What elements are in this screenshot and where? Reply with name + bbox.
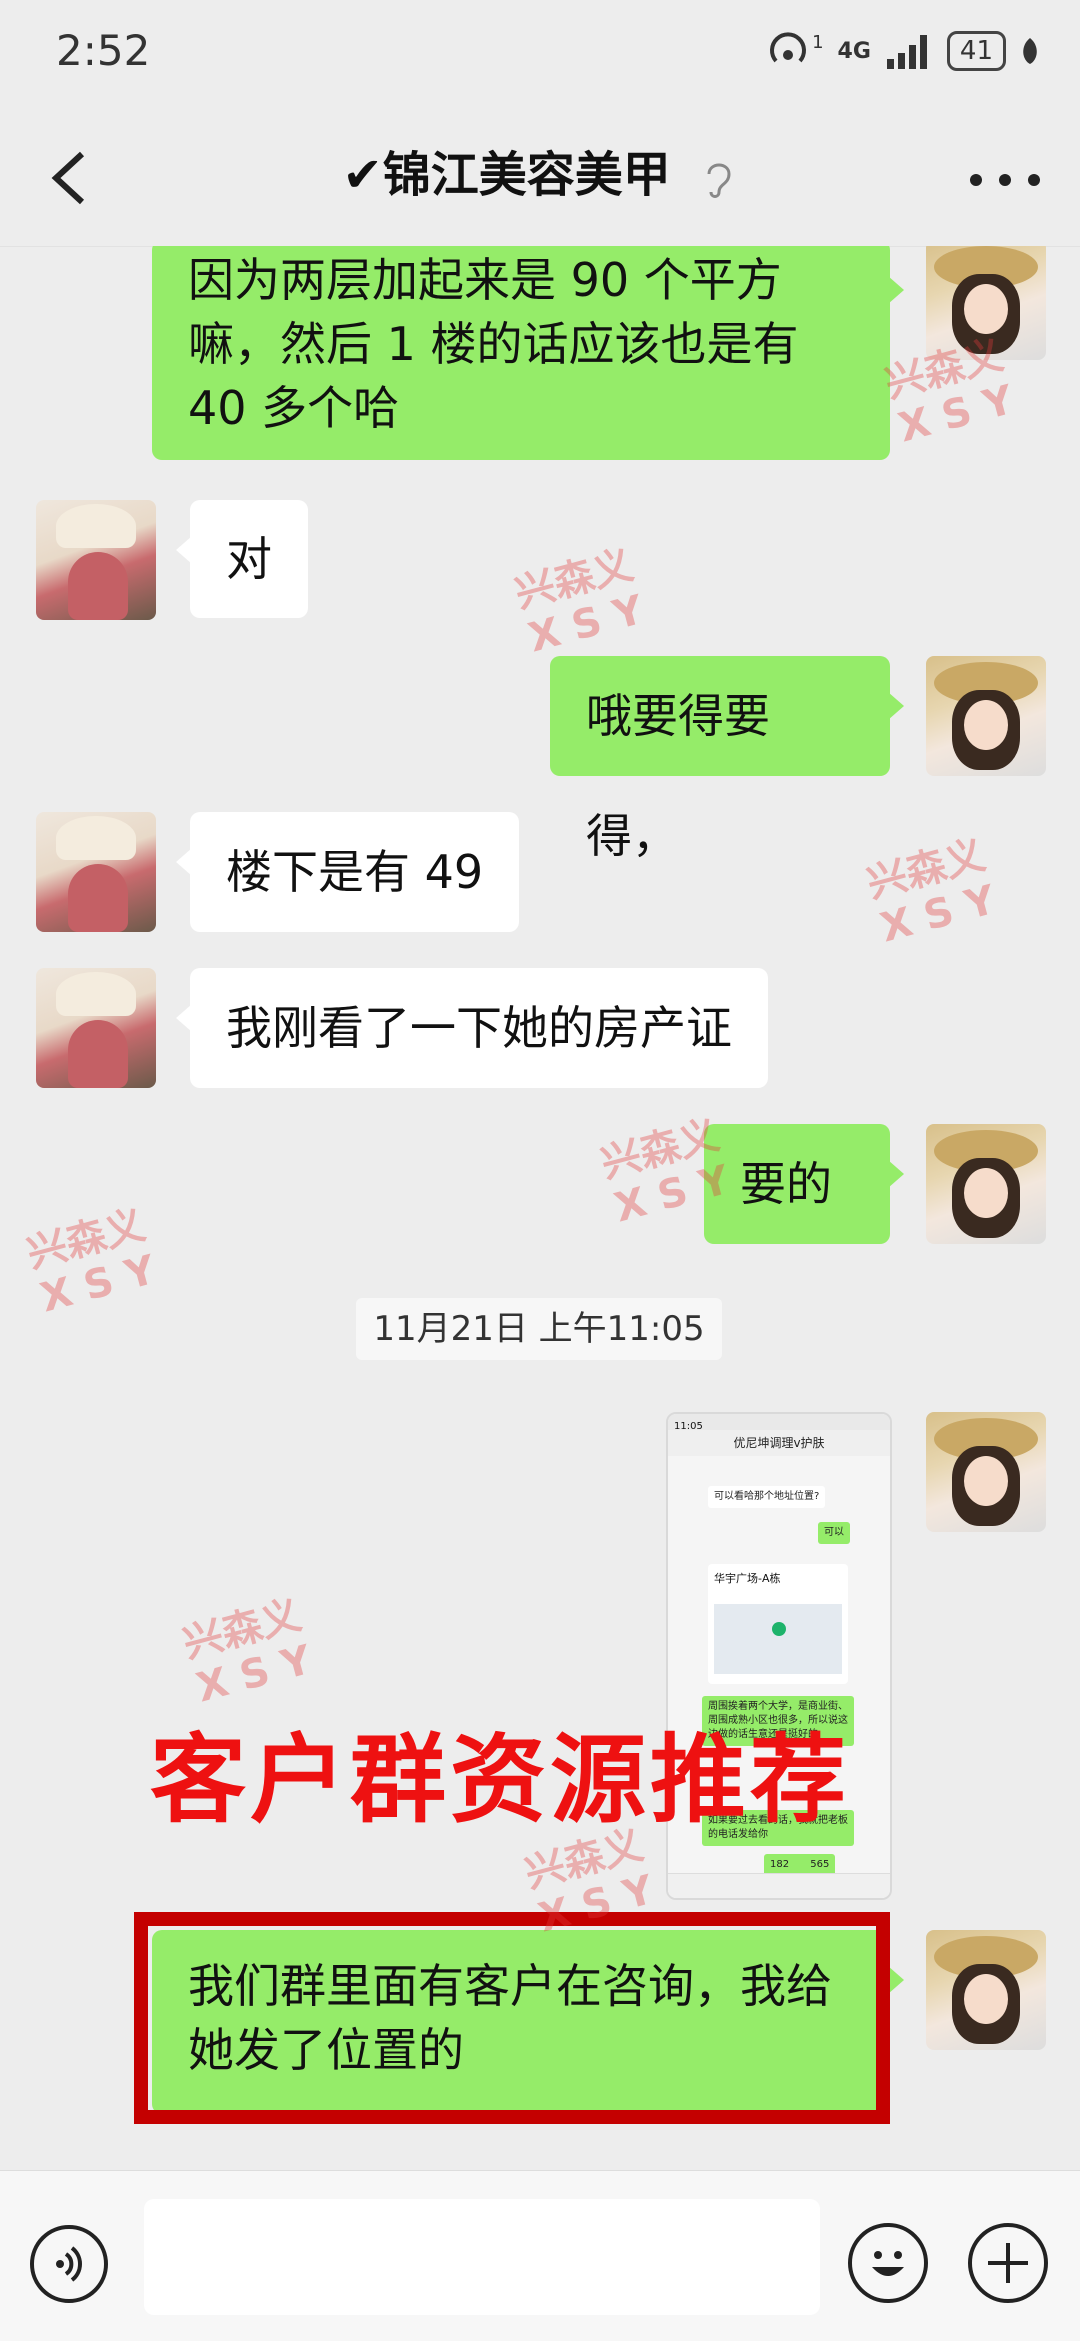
watermark: 兴森义 X S Y <box>178 1592 318 1712</box>
avatar-dress <box>68 1020 128 1088</box>
watermark: 兴森义 X S Y <box>862 832 1002 952</box>
avatar[interactable] <box>926 1124 1046 1244</box>
highlight-frame <box>134 1912 890 2124</box>
avatar[interactable] <box>926 1412 1046 1532</box>
avatar-hat <box>56 972 136 1016</box>
avatar-face <box>964 1974 1008 2024</box>
message-text: 楼下是有 49 <box>226 845 484 899</box>
avatar-face <box>964 1456 1008 1506</box>
more-dot <box>1028 174 1040 186</box>
message-bubble-received[interactable]: 楼下是有 49 <box>175 812 520 932</box>
more-button[interactable] <box>970 150 1040 210</box>
message-bubble-sent[interactable]: 哦要得要得， <box>550 656 904 863</box>
shot-time: 11:05 <box>674 1421 703 1432</box>
avatar-dress <box>68 864 128 932</box>
shot-title: 优尼坤调理v护肤 <box>668 1430 890 1456</box>
shot-phone: 182 <box>770 1859 790 1870</box>
avatar[interactable] <box>926 656 1046 776</box>
chat-area[interactable]: 因为两层加起来是 90 个平方嘛，然后 1 楼的话应该也是有40 多个哈 对 哦… <box>0 246 1080 2170</box>
message-input[interactable] <box>144 2199 820 2315</box>
avatar[interactable] <box>36 500 156 620</box>
chat-title: ✔锦江美容美甲 <box>0 140 1080 210</box>
signal-icon <box>886 35 927 69</box>
watermark: 兴森义 X S Y <box>880 332 1020 452</box>
timestamp: 11月21日 上午11:05 <box>356 1298 722 1360</box>
shot-location-title: 华宇广场-A栋 <box>714 1572 781 1585</box>
message-text: 对 <box>226 532 272 586</box>
avatar-face <box>964 1168 1008 1218</box>
chat-title-text: ✔锦江美容美甲 <box>342 147 671 203</box>
avatar-hat <box>56 504 136 548</box>
emoji-button[interactable] <box>848 2223 928 2303</box>
map-thumbnail <box>714 1604 842 1674</box>
plus-icon <box>988 2243 1028 2283</box>
hotspot-icon <box>770 32 807 63</box>
chat-header: ✔锦江美容美甲 <box>0 110 1080 247</box>
network-type: 4G <box>837 38 871 64</box>
ear-icon <box>707 163 731 198</box>
avatar[interactable] <box>926 1930 1046 2050</box>
avatar[interactable] <box>36 812 156 932</box>
battery-icon: 41 <box>946 31 1006 71</box>
message-text: 要的 <box>740 1157 832 1211</box>
battery-level: 41 <box>959 36 993 66</box>
watermark: 兴森义 X S Y <box>510 542 650 662</box>
message-bubble-received[interactable]: 对 <box>176 500 308 618</box>
watermark: 兴森义 X S Y <box>22 1202 162 1322</box>
avatar-dress <box>68 552 128 620</box>
message-bubble-sent[interactable]: 要的 <box>704 1124 904 1244</box>
map-pin-icon <box>772 1622 786 1636</box>
input-bar <box>0 2170 1080 2341</box>
message-bubble-sent[interactable]: 因为两层加起来是 90 个平方嘛，然后 1 楼的话应该也是有40 多个哈 <box>152 246 904 460</box>
promo-overlay-text: 客户群资源推荐 <box>150 1724 850 1836</box>
plus-button[interactable] <box>968 2223 1048 2303</box>
message-text: 哦要得要得， <box>586 689 770 863</box>
more-dot <box>970 174 982 186</box>
shot-message: 可以 <box>818 1522 850 1544</box>
shot-location-card: 华宇广场-A栋 <box>708 1564 848 1684</box>
message-text: 因为两层加起来是 90 个平方嘛，然后 1 楼的话应该也是有40 多个哈 <box>188 253 799 435</box>
shot-phone-tail: 565 <box>810 1859 830 1870</box>
shot-status: 11:05 <box>668 1414 890 1432</box>
message-text: 我刚看了一下她的房产证 <box>226 1001 732 1055</box>
message-bubble-received[interactable]: 我刚看了一下她的房产证 <box>176 968 768 1088</box>
voice-button[interactable] <box>30 2225 108 2303</box>
sim-index: 1 <box>812 31 824 53</box>
avatar-face <box>964 284 1008 334</box>
avatar-hat <box>56 816 136 860</box>
voice-icon <box>56 2246 82 2282</box>
status-bar: 2:52 1 4G 41 <box>0 0 1080 110</box>
shot-message: 可以看哈那个地址位置? <box>708 1486 826 1508</box>
leaf-icon <box>1023 38 1037 64</box>
status-icons: 1 4G 41 <box>768 28 1040 74</box>
emoji-icon <box>872 2251 904 2276</box>
status-time: 2:52 <box>56 26 151 75</box>
avatar-face <box>964 700 1008 750</box>
more-dot <box>999 174 1011 186</box>
shot-input-bar <box>668 1873 890 1898</box>
avatar[interactable] <box>36 968 156 1088</box>
